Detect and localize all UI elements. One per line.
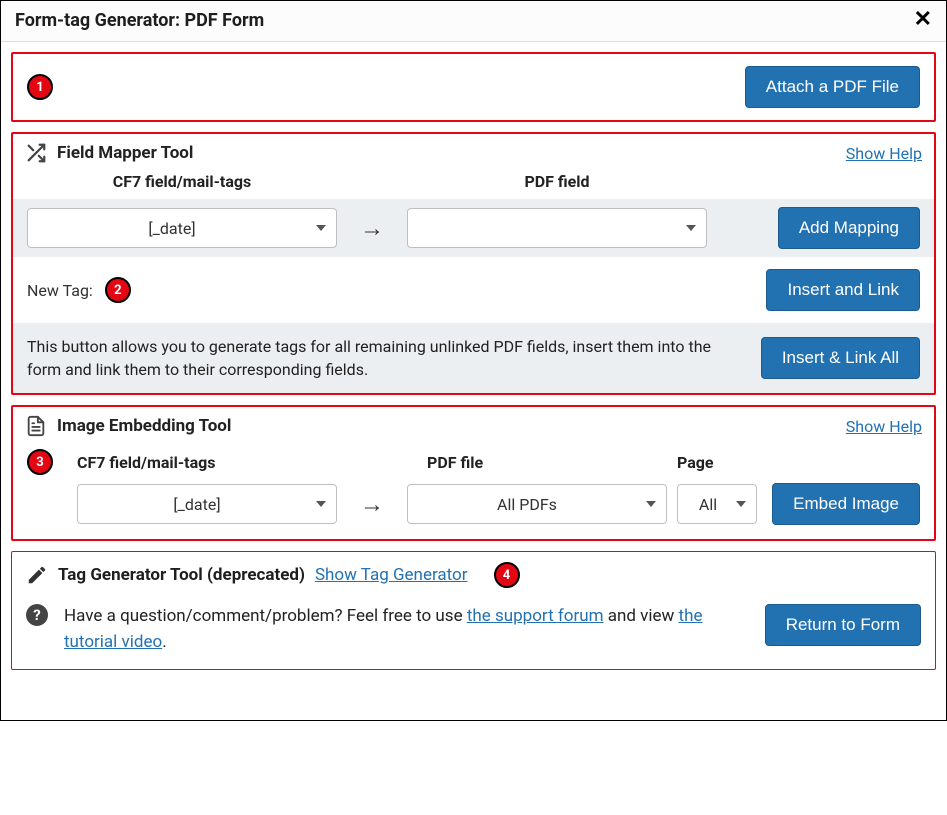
image-embed-header-row: 3 CF7 field/mail-tags PDF file Page xyxy=(13,445,934,475)
return-to-form-button[interactable]: Return to Form xyxy=(765,604,921,646)
pdf-header: PDF field xyxy=(407,172,707,191)
new-tag-row: New Tag: 2 Insert and Link xyxy=(13,257,934,323)
embed-image-button[interactable]: Embed Image xyxy=(772,483,920,525)
edit-icon xyxy=(26,564,48,586)
tag-generator-title: Tag Generator Tool (deprecated) xyxy=(58,565,305,585)
new-tag-label: New Tag: xyxy=(27,281,93,300)
attach-pdf-button[interactable]: Attach a PDF File xyxy=(745,66,920,108)
arrow-right-icon: → xyxy=(347,214,397,243)
image-embedding-panel: Image Embedding Tool Show Help 3 CF7 fie… xyxy=(11,405,936,541)
annotation-marker-1: 1 xyxy=(27,74,53,100)
support-forum-link[interactable]: the support forum xyxy=(467,606,604,626)
field-mapper-row: [_date] → Add Mapping xyxy=(13,199,934,257)
pdf-field-select[interactable] xyxy=(407,208,707,248)
insert-link-all-description: This button allows you to generate tags … xyxy=(27,335,745,381)
support-text: Have a question/comment/problem? Feel fr… xyxy=(64,604,749,655)
attach-pdf-panel: 1 Attach a PDF File xyxy=(11,52,936,122)
ie-pdf-select[interactable]: All PDFs xyxy=(407,484,667,524)
tag-generator-header: Tag Generator Tool (deprecated) Show Tag… xyxy=(12,552,935,594)
document-icon xyxy=(25,415,47,437)
add-mapping-button[interactable]: Add Mapping xyxy=(778,207,920,249)
field-mapper-title: Field Mapper Tool xyxy=(57,143,193,163)
cf7-header: CF7 field/mail-tags xyxy=(27,172,337,191)
ie-pdf-header: PDF file xyxy=(407,453,667,472)
image-embedding-title: Image Embedding Tool xyxy=(57,416,231,436)
tag-generator-panel: Tag Generator Tool (deprecated) Show Tag… xyxy=(11,551,936,670)
ie-page-select[interactable]: All xyxy=(677,484,757,524)
chevron-down-icon xyxy=(316,501,326,507)
shuffle-icon xyxy=(25,142,47,164)
chevron-down-icon xyxy=(646,501,656,507)
support-text-prefix: Have a question/comment/problem? Feel fr… xyxy=(64,606,467,626)
ie-page-header: Page xyxy=(677,453,757,472)
field-mapper-panel: Field Mapper Tool Show Help CF7 field/ma… xyxy=(11,132,936,395)
image-embedding-help-link[interactable]: Show Help xyxy=(846,417,922,436)
arrow-right-icon: → xyxy=(347,490,397,519)
annotation-marker-2: 2 xyxy=(105,277,131,303)
support-text-mid: and view xyxy=(604,606,679,626)
field-mapper-help-link[interactable]: Show Help xyxy=(846,144,922,163)
support-text-end: . xyxy=(162,632,166,652)
ie-page-value: All xyxy=(699,495,717,514)
annotation-marker-3: 3 xyxy=(27,449,53,475)
ie-cf7-value: [_date] xyxy=(173,495,220,514)
tag-generator-body: ? Have a question/comment/problem? Feel … xyxy=(12,594,935,669)
ie-cf7-select[interactable]: [_date] xyxy=(77,484,337,524)
annotation-marker-4: 4 xyxy=(494,562,520,588)
insert-link-all-row: This button allows you to generate tags … xyxy=(13,323,934,393)
insert-and-link-button[interactable]: Insert and Link xyxy=(766,269,920,311)
help-icon: ? xyxy=(26,604,48,626)
close-icon[interactable]: ✕ xyxy=(914,9,932,31)
ie-cf7-header: CF7 field/mail-tags xyxy=(77,453,337,472)
insert-link-all-button[interactable]: Insert & Link All xyxy=(761,337,920,379)
chevron-down-icon xyxy=(316,225,326,231)
field-mapper-header-row: CF7 field/mail-tags PDF field xyxy=(13,172,934,199)
ie-pdf-value: All PDFs xyxy=(497,495,557,514)
dialog-body: 1 Attach a PDF File Field Mapper Tool Sh… xyxy=(1,42,946,720)
dialog-frame: Form-tag Generator: PDF Form ✕ 1 Attach … xyxy=(0,0,947,721)
chevron-down-icon xyxy=(686,225,696,231)
cf7-field-value: [_date] xyxy=(148,219,195,238)
cf7-field-select[interactable]: [_date] xyxy=(27,208,337,248)
chevron-down-icon xyxy=(736,501,746,507)
dialog-title: Form-tag Generator: PDF Form xyxy=(15,10,264,31)
titlebar: Form-tag Generator: PDF Form ✕ xyxy=(1,1,946,42)
show-tag-generator-link[interactable]: Show Tag Generator xyxy=(315,565,468,585)
image-embed-row: [_date] → All PDFs All Embed Image xyxy=(13,475,934,539)
